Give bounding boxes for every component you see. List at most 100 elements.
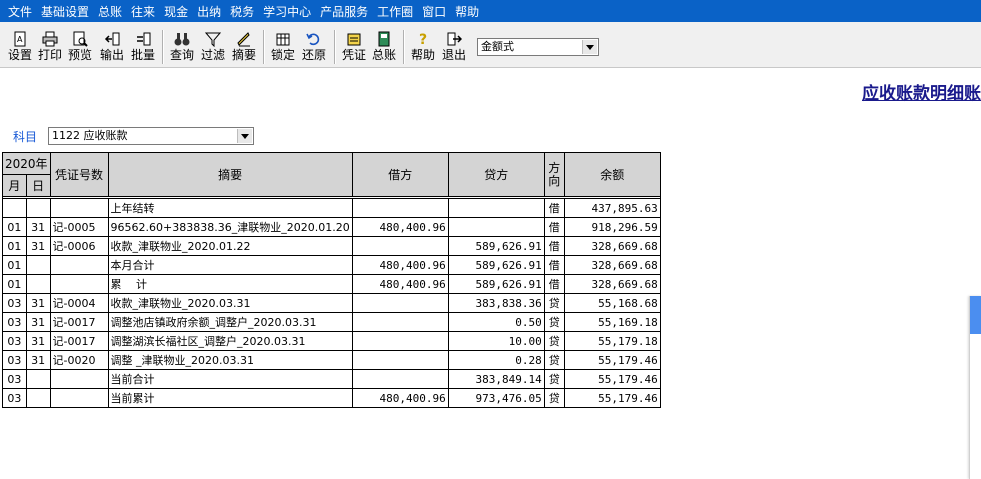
table-row[interactable]: 01 累 计 480,400.96 589,626.91 借 328,669.68: [2, 274, 661, 294]
chevron-down-icon[interactable]: [237, 129, 252, 143]
credit-header: 贷方: [447, 152, 545, 197]
voucher-number-header: 凭证号数: [49, 152, 109, 197]
debit-cell: [351, 312, 449, 332]
day-cell: [25, 388, 51, 408]
menu-product-service[interactable]: 产品服务: [320, 3, 368, 20]
balance-cell: 55,179.18: [563, 331, 661, 351]
restore-button[interactable]: 还原: [300, 28, 328, 66]
day-cell: 31: [25, 312, 51, 332]
table-row[interactable]: 03 当前合计 383,849.14 贷 55,179.46: [2, 369, 661, 389]
debit-cell: [351, 369, 449, 389]
debit-header: 借方: [351, 152, 449, 197]
menu-cash[interactable]: 现金: [164, 3, 188, 20]
menu-general-ledger[interactable]: 总账: [98, 3, 122, 20]
settings-button[interactable]: A 设置: [6, 28, 34, 66]
preview-button[interactable]: 预览: [66, 28, 94, 66]
direction-cell: 借: [543, 274, 565, 294]
day-cell: 31: [25, 350, 51, 370]
table-row[interactable]: 03 31 记-0020 调整 _津联物业_2020.03.31 0.28 贷 55,179…: [2, 350, 661, 370]
menu-learning-center[interactable]: 学习中心: [263, 3, 311, 20]
credit-cell: 0.50: [447, 312, 545, 332]
filter-button[interactable]: 过滤: [199, 28, 227, 66]
side-panel-handle[interactable]: [970, 296, 981, 334]
month-cell: 03: [2, 331, 27, 351]
table-row[interactable]: 01 本月合计 480,400.96 589,626.91 借 328,669.68: [2, 255, 661, 275]
summary-cell: 上年结转: [107, 198, 353, 218]
exit-button[interactable]: 退出: [440, 28, 468, 66]
export-button[interactable]: 输出: [98, 28, 126, 66]
month-header: 月: [2, 174, 27, 197]
menu-accounts[interactable]: 往来: [131, 3, 155, 20]
menu-window[interactable]: 窗口: [422, 3, 446, 20]
debit-cell: [351, 331, 449, 351]
direction-cell: 贷: [543, 350, 565, 370]
summary-cell: 当前合计: [107, 369, 353, 389]
balance-cell: 437,895.63: [563, 198, 661, 218]
month-cell: 01: [2, 255, 27, 275]
year-header: 2020年: [2, 152, 51, 175]
credit-cell: 973,476.05: [447, 388, 545, 408]
voucher-cell: 记-0017: [49, 331, 109, 351]
debit-cell: 480,400.96: [351, 388, 449, 408]
summary-cell: 调整湖滨长福社区_调整户_2020.03.31: [107, 331, 353, 351]
credit-cell: 589,626.91: [447, 255, 545, 275]
general-ledger-button[interactable]: 总账: [370, 28, 398, 66]
voucher-button[interactable]: 凭证: [340, 28, 368, 66]
table-row[interactable]: 03 当前累计 480,400.96 973,476.05 贷 55,179.46: [2, 388, 661, 408]
table-row[interactable]: 03 31 记-0004 收款_津联物业_2020.03.31 383,838.36 贷 5…: [2, 293, 661, 313]
balance-cell: 55,169.18: [563, 312, 661, 332]
table-row[interactable]: 01 31 记-0005 96562.60+383838.36_津联物业_2020.0…: [2, 217, 661, 237]
voucher-icon: [347, 33, 361, 46]
month-cell: 03: [2, 388, 27, 408]
menu-basic-settings[interactable]: 基础设置: [41, 3, 89, 20]
menu-file[interactable]: 文件: [8, 3, 32, 20]
balance-cell: 55,179.46: [563, 369, 661, 389]
menu-help[interactable]: 帮助: [455, 3, 479, 20]
table-row[interactable]: 03 31 记-0017 调整湖滨长福社区_调整户_2020.03.31 10.00 贷 5…: [2, 331, 661, 351]
summary-cell: 收款_津联物业_2020.03.31: [107, 293, 353, 313]
day-cell: 31: [25, 331, 51, 351]
summary-button[interactable]: 摘要: [230, 28, 258, 66]
day-cell: [25, 198, 51, 218]
voucher-cell: 记-0020: [49, 350, 109, 370]
credit-cell: 0.28: [447, 350, 545, 370]
subject-select[interactable]: 1122 应收账款: [48, 127, 254, 145]
debit-cell: [351, 293, 449, 313]
balance-header: 余额: [563, 152, 661, 197]
summary-cell: 本月合计: [107, 255, 353, 275]
voucher-cell: [49, 198, 109, 218]
chevron-down-icon[interactable]: [582, 40, 597, 54]
day-cell: 31: [25, 217, 51, 237]
query-button[interactable]: 查询: [168, 28, 196, 66]
binoculars-icon: [174, 33, 190, 46]
batch-icon: [137, 32, 151, 46]
menu-work-circle[interactable]: 工作圈: [377, 3, 413, 20]
month-cell: 03: [2, 312, 27, 332]
lock-button[interactable]: 锁定: [269, 28, 297, 66]
day-cell: [25, 369, 51, 389]
table-row[interactable]: 01 31 记-0006 收款_津联物业_2020.01.22 589,626.91 借 3…: [2, 236, 661, 256]
credit-cell: 589,626.91: [447, 236, 545, 256]
side-panel-tab[interactable]: [969, 296, 981, 479]
day-cell: 31: [25, 236, 51, 256]
table-row[interactable]: 03 31 记-0017 调整池店镇政府余额_调整户_2020.03.31 0.50 贷 5…: [2, 312, 661, 332]
summary-cell: 调整池店镇政府余额_调整户_2020.03.31: [107, 312, 353, 332]
menu-cashier[interactable]: 出纳: [197, 3, 221, 20]
balance-cell: 55,179.46: [563, 350, 661, 370]
format-select[interactable]: 金额式: [477, 38, 599, 56]
direction-cell: 贷: [543, 312, 565, 332]
menu-tax[interactable]: 税务: [230, 3, 254, 20]
print-button[interactable]: 打印: [36, 28, 64, 66]
menu-bar: 文件 基础设置 总账 往来 现金 出纳 税务 学习中心 产品服务 工作圈 窗口 …: [0, 0, 981, 22]
summary-cell: 收款_津联物业_2020.01.22: [107, 236, 353, 256]
table-row[interactable]: 上年结转 借 437,895.63: [2, 198, 661, 218]
lock-icon: [276, 33, 290, 46]
credit-cell: 589,626.91: [447, 274, 545, 294]
exit-icon: [447, 32, 462, 46]
help-button[interactable]: ? 帮助: [409, 28, 437, 66]
batch-button[interactable]: 批量: [129, 28, 157, 66]
printer-icon: [42, 31, 58, 47]
voucher-cell: 记-0004: [49, 293, 109, 313]
credit-cell: 383,838.36: [447, 293, 545, 313]
subject-label: 科目: [13, 130, 38, 144]
